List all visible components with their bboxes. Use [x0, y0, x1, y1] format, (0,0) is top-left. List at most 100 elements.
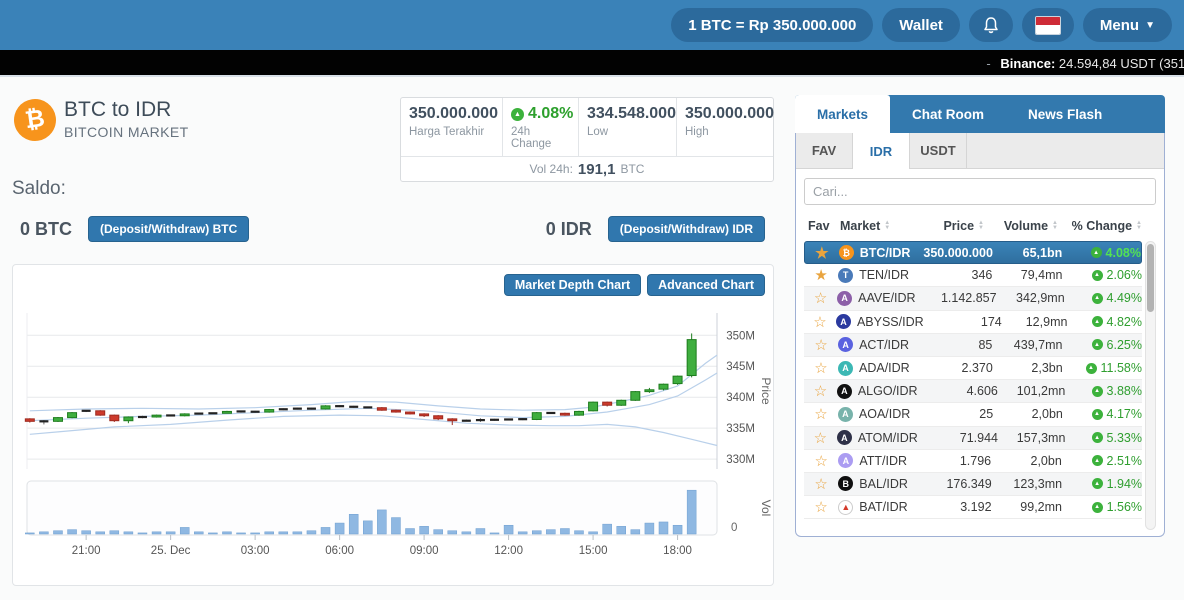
svg-text:21:00: 21:00 — [72, 545, 101, 557]
table-row[interactable]: ☆AAAVE/IDR1.142.857342,9mn▲4.49% — [804, 287, 1142, 310]
btc-balance: 0 BTC — [20, 219, 72, 240]
volume-cell: 2,3bn — [993, 361, 1063, 375]
sort-by-market[interactable]: Market ▲▼ — [840, 219, 896, 233]
price-cell: 71.944 — [918, 431, 998, 445]
advanced-chart-button[interactable]: Advanced Chart — [647, 274, 765, 296]
stat-volume-24h: Vol 24h: 191,1 BTC — [401, 156, 773, 181]
price-cell: 25 — [910, 407, 993, 421]
up-arrow-icon: ▲ — [511, 108, 524, 121]
star-outline-icon[interactable]: ☆ — [804, 429, 837, 447]
sort-by-price[interactable]: Price ▲▼ — [896, 219, 984, 233]
tab-chat-room[interactable]: Chat Room — [890, 95, 1006, 133]
svg-text:0: 0 — [731, 522, 737, 534]
market-pair-label: ACT/IDR — [859, 338, 909, 352]
change-cell: ▲1.94% — [1062, 477, 1142, 491]
star-outline-icon[interactable]: ☆ — [804, 336, 838, 354]
svg-text:345M: 345M — [726, 361, 755, 373]
menu-label: Menu — [1100, 17, 1139, 34]
star-filled-icon[interactable]: ★ — [804, 266, 838, 284]
star-outline-icon[interactable]: ☆ — [804, 498, 838, 516]
language-button[interactable] — [1022, 8, 1074, 42]
market-depth-chart-button[interactable]: Market Depth Chart — [504, 274, 641, 296]
star-outline-icon[interactable]: ☆ — [804, 475, 838, 493]
star-outline-icon[interactable]: ☆ — [804, 382, 837, 400]
markets-table: Fav Market ▲▼ Price ▲▼ Volume ▲▼ % Chang… — [804, 211, 1156, 530]
bitcoin-icon: ₿ — [11, 96, 58, 143]
star-outline-icon[interactable]: ☆ — [804, 289, 837, 307]
indonesia-flag-icon — [1035, 16, 1061, 35]
volume-cell: 157,3mn — [998, 431, 1065, 445]
up-arrow-icon: ▲ — [1086, 363, 1097, 374]
ticker-source: Binance: — [1000, 56, 1055, 71]
table-header: Fav Market ▲▼ Price ▲▼ Volume ▲▼ % Chang… — [804, 211, 1156, 241]
menu-button[interactable]: Menu ▼ — [1083, 8, 1172, 42]
svg-text:Vol: Vol — [759, 500, 771, 517]
scrollbar-thumb[interactable] — [1147, 244, 1154, 312]
tab-news-flash[interactable]: News Flash — [1006, 95, 1124, 133]
star-outline-icon[interactable]: ☆ — [804, 405, 838, 423]
sort-by-volume[interactable]: Volume ▲▼ — [984, 219, 1058, 233]
deposit-withdraw-btc-button[interactable]: (Deposit/Withdraw) BTC — [88, 216, 249, 242]
up-arrow-icon: ▲ — [1091, 247, 1102, 258]
panel-tab-bar: Markets Chat Room News Flash — [795, 95, 1165, 133]
top-navigation-bar: 1 BTC = Rp 350.000.000 Wallet Menu ▼ — [0, 0, 1184, 50]
table-row[interactable]: ☆▲BAT/IDR3.19299,2mn▲1.56% — [804, 496, 1142, 519]
market-pair-label: TEN/IDR — [859, 268, 909, 282]
table-row[interactable]: ☆AACT/IDR85439,7mn▲6.25% — [804, 334, 1142, 357]
sort-by-change[interactable]: % Change ▲▼ — [1058, 219, 1142, 233]
coin-icon: A — [837, 384, 852, 399]
star-filled-icon[interactable]: ★ — [805, 244, 839, 262]
price-chart-card: Market Depth Chart Advanced Chart 350M 34… — [12, 264, 774, 586]
table-row[interactable]: ☆AAOA/IDR252,0bn▲4.17% — [804, 403, 1142, 426]
tab-markets[interactable]: Markets — [795, 95, 890, 133]
table-row[interactable]: ☆AATOM/IDR71.944157,3mn▲5.33% — [804, 427, 1142, 450]
star-outline-icon[interactable]: ☆ — [804, 313, 836, 331]
table-row[interactable]: ☆AALGO/IDR4.606101,2mn▲3.88% — [804, 380, 1142, 403]
up-arrow-icon: ▲ — [1092, 339, 1103, 350]
coin-icon: A — [838, 361, 853, 376]
candlestick-chart[interactable]: 350M345M340M335M330M21:0025. Dec03:0006:… — [17, 309, 771, 577]
market-pair-label: ABYSS/IDR — [857, 315, 924, 329]
coin-icon: ▲ — [838, 500, 853, 515]
market-pair-label: BAL/IDR — [859, 477, 908, 491]
up-arrow-icon: ▲ — [1092, 293, 1103, 304]
svg-text:25. Dec: 25. Dec — [151, 545, 191, 557]
star-outline-icon[interactable]: ☆ — [804, 452, 838, 470]
price-cell: 2.370 — [910, 361, 993, 375]
subtab-fav[interactable]: FAV — [796, 133, 853, 168]
table-row[interactable]: ★₿BTC/IDR350.000.00065,1bn▲4.08% — [804, 241, 1142, 264]
svg-text:15:00: 15:00 — [579, 545, 608, 557]
price-cell: 176.349 — [908, 477, 992, 491]
change-cell: ▲4.82% — [1067, 315, 1142, 329]
market-pair-label: BAT/IDR — [859, 500, 907, 514]
up-arrow-icon: ▲ — [1092, 270, 1103, 281]
table-scrollbar[interactable] — [1145, 241, 1156, 530]
btc-rate-pill[interactable]: 1 BTC = Rp 350.000.000 — [671, 8, 873, 42]
table-row[interactable]: ☆AABYSS/IDR17412,9mn▲4.82% — [804, 311, 1142, 334]
table-row[interactable]: ☆AATT/IDR1.7962,0bn▲2.51% — [804, 450, 1142, 473]
table-row[interactable]: ☆AADA/IDR2.3702,3bn▲11.58% — [804, 357, 1142, 380]
svg-text:350M: 350M — [726, 330, 755, 342]
volume-cell: 99,2mn — [992, 500, 1062, 514]
change-cell: ▲2.06% — [1062, 268, 1142, 282]
volume-cell: 12,9mn — [1002, 315, 1068, 329]
search-input[interactable] — [804, 178, 1156, 205]
subtab-idr[interactable]: IDR — [853, 133, 910, 169]
currency-subtab-bar: FAV IDR USDT — [796, 133, 1164, 169]
sort-icon: ▲▼ — [884, 221, 890, 231]
svg-text:330M: 330M — [726, 454, 755, 466]
wallet-button[interactable]: Wallet — [882, 8, 960, 42]
star-outline-icon[interactable]: ☆ — [804, 359, 838, 377]
volume-cell: 65,1bn — [993, 246, 1062, 260]
deposit-withdraw-idr-button[interactable]: (Deposit/Withdraw) IDR — [608, 216, 765, 242]
up-arrow-icon: ▲ — [1092, 455, 1103, 466]
change-cell: ▲3.88% — [1065, 384, 1142, 398]
table-row[interactable]: ★TTEN/IDR34679,4mn▲2.06% — [804, 264, 1142, 287]
table-row[interactable]: ☆BBAL/IDR176.349123,3mn▲1.94% — [804, 473, 1142, 496]
notifications-button[interactable] — [969, 8, 1013, 42]
page-title: BTC to IDR — [64, 98, 171, 122]
price-cell: 1.142.857 — [916, 291, 997, 305]
change-cell: ▲4.17% — [1063, 407, 1142, 421]
price-cell: 85 — [909, 338, 992, 352]
subtab-usdt[interactable]: USDT — [910, 133, 967, 168]
